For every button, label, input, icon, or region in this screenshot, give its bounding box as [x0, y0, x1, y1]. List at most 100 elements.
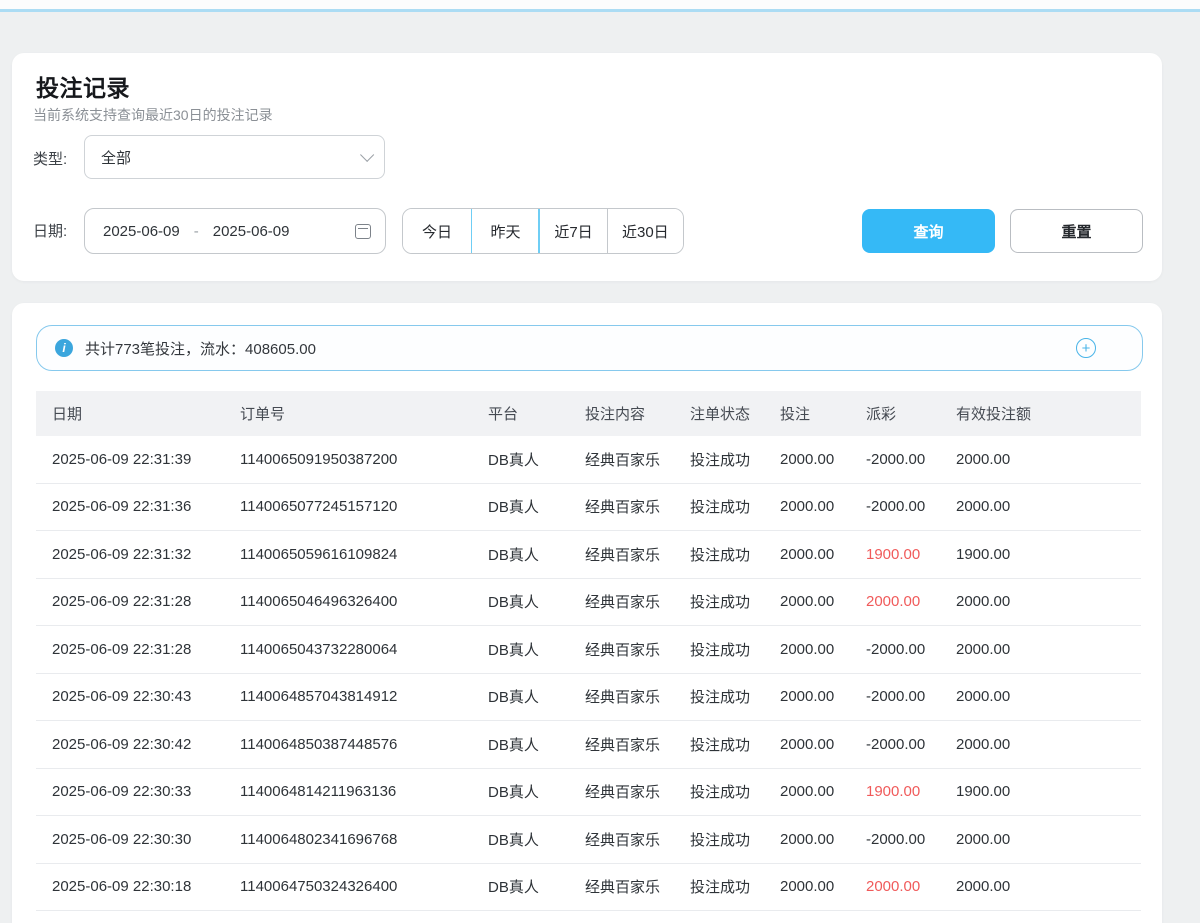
table-row: 2025-06-09 22:31:39 1140065091950387200 … [36, 436, 1141, 484]
column-header-valid: 有效投注额 [956, 403, 1141, 424]
cell-content: 经典百家乐 [585, 829, 690, 850]
cell-status: 投注成功 [690, 496, 780, 517]
cell-content: 经典百家乐 [585, 544, 690, 565]
cell-status: 投注成功 [690, 781, 780, 802]
cell-payout: -2000.00 [866, 641, 956, 658]
cell-bet: 2000.00 [780, 451, 866, 468]
quick-range-button[interactable]: 近30日 [607, 209, 683, 253]
query-button[interactable]: 查询 [862, 209, 995, 253]
table-row: 2025-06-09 22:31:32 1140065059616109824 … [36, 531, 1141, 579]
info-icon: i [55, 339, 73, 357]
cell-payout: -2000.00 [866, 498, 956, 515]
table-row: 2025-06-09 22:31:36 1140065077245157120 … [36, 484, 1141, 532]
column-header-order: 订单号 [240, 403, 488, 424]
date-label: 日期: [33, 220, 67, 241]
cell-bet: 2000.00 [780, 783, 866, 800]
page-title: 投注记录 [36, 69, 130, 103]
column-header-content: 投注内容 [585, 403, 690, 424]
cell-status: 投注成功 [690, 591, 780, 612]
cell-bet: 2000.00 [780, 688, 866, 705]
cell-order: 1140065077245157120 [240, 498, 488, 515]
bets-table: 日期 订单号 平台 投注内容 注单状态 投注 派彩 有效投注额 2025-06-… [36, 391, 1141, 911]
cell-valid: 1900.00 [956, 546, 1141, 563]
cell-order: 1140064750324326400 [240, 878, 488, 895]
type-label: 类型: [33, 148, 67, 169]
table-row: 2025-06-09 22:30:18 1140064750324326400 … [36, 864, 1141, 912]
results-panel: i 共计773笔投注，流水：408605.00 + 日期 订单号 平台 投注内容… [12, 303, 1162, 923]
column-header-bet: 投注 [780, 403, 866, 424]
cell-order: 1140064802341696768 [240, 831, 488, 848]
chevron-down-icon [360, 148, 374, 162]
column-header-date: 日期 [36, 403, 240, 424]
cell-status: 投注成功 [690, 639, 780, 660]
cell-date: 2025-06-09 22:31:32 [36, 546, 240, 563]
summary-text: 共计773笔投注，流水：408605.00 [85, 338, 316, 359]
filter-panel: 投注记录 当前系统支持查询最近30日的投注记录 类型: 全部 日期: 2025-… [12, 53, 1162, 281]
table-row: 2025-06-09 22:30:30 1140064802341696768 … [36, 816, 1141, 864]
cell-date: 2025-06-09 22:30:18 [36, 878, 240, 895]
cell-platform: DB真人 [488, 876, 585, 897]
cell-order: 1140065091950387200 [240, 451, 488, 468]
cell-content: 经典百家乐 [585, 781, 690, 802]
cell-content: 经典百家乐 [585, 639, 690, 660]
cell-status: 投注成功 [690, 876, 780, 897]
cell-bet: 2000.00 [780, 593, 866, 610]
table-row: 2025-06-09 22:30:33 1140064814211963136 … [36, 769, 1141, 817]
cell-platform: DB真人 [488, 544, 585, 565]
cell-payout: 1900.00 [866, 783, 956, 800]
quick-range-button[interactable]: 昨天 [471, 209, 539, 253]
cell-bet: 2000.00 [780, 546, 866, 563]
column-header-platform: 平台 [488, 403, 585, 424]
table-row: 2025-06-09 22:30:43 1140064857043814912 … [36, 674, 1141, 722]
cell-bet: 2000.00 [780, 736, 866, 753]
reset-button[interactable]: 重置 [1010, 209, 1143, 253]
cell-date: 2025-06-09 22:31:28 [36, 641, 240, 658]
cell-order: 1140064814211963136 [240, 783, 488, 800]
cell-order: 1140065059616109824 [240, 546, 488, 563]
date-to-value: 2025-06-09 [213, 223, 290, 240]
summary-alert: i 共计773笔投注，流水：408605.00 + [36, 325, 1143, 371]
cell-bet: 2000.00 [780, 641, 866, 658]
cell-payout: -2000.00 [866, 831, 956, 848]
cell-date: 2025-06-09 22:30:43 [36, 688, 240, 705]
cell-valid: 2000.00 [956, 451, 1141, 468]
cell-bet: 2000.00 [780, 878, 866, 895]
cell-payout: -2000.00 [866, 451, 956, 468]
cell-valid: 1900.00 [956, 783, 1141, 800]
cell-platform: DB真人 [488, 496, 585, 517]
cell-bet: 2000.00 [780, 498, 866, 515]
plus-circle-icon[interactable]: + [1076, 338, 1096, 358]
cell-order: 1140064857043814912 [240, 688, 488, 705]
cell-platform: DB真人 [488, 781, 585, 802]
cell-order: 1140065043732280064 [240, 641, 488, 658]
quick-range-group: 今日昨天近7日近30日 [402, 208, 684, 254]
date-range-input[interactable]: 2025-06-09 - 2025-06-09 [84, 208, 386, 254]
table-row: 2025-06-09 22:30:42 1140064850387448576 … [36, 721, 1141, 769]
type-select-value: 全部 [101, 147, 131, 168]
cell-valid: 2000.00 [956, 688, 1141, 705]
table-row: 2025-06-09 22:31:28 1140065043732280064 … [36, 626, 1141, 674]
cell-payout: -2000.00 [866, 688, 956, 705]
cell-status: 投注成功 [690, 829, 780, 850]
cell-content: 经典百家乐 [585, 734, 690, 755]
cell-platform: DB真人 [488, 449, 585, 470]
cell-date: 2025-06-09 22:30:33 [36, 783, 240, 800]
cell-content: 经典百家乐 [585, 496, 690, 517]
quick-range-button[interactable]: 近7日 [539, 209, 607, 253]
cell-content: 经典百家乐 [585, 876, 690, 897]
table-header-row: 日期 订单号 平台 投注内容 注单状态 投注 派彩 有效投注额 [36, 391, 1141, 436]
cell-valid: 2000.00 [956, 641, 1141, 658]
date-separator: - [194, 223, 199, 240]
cell-order: 1140065046496326400 [240, 593, 488, 610]
cell-date: 2025-06-09 22:30:42 [36, 736, 240, 753]
table-row: 2025-06-09 22:31:28 1140065046496326400 … [36, 579, 1141, 627]
quick-range-button[interactable]: 今日 [403, 209, 471, 253]
cell-date: 2025-06-09 22:30:30 [36, 831, 240, 848]
type-select[interactable]: 全部 [84, 135, 385, 179]
table-body: 2025-06-09 22:31:39 1140065091950387200 … [36, 436, 1141, 911]
cell-platform: DB真人 [488, 829, 585, 850]
top-blue-divider [0, 9, 1200, 12]
cell-valid: 2000.00 [956, 498, 1141, 515]
calendar-icon [355, 224, 371, 239]
top-white-strip [0, 0, 1200, 9]
